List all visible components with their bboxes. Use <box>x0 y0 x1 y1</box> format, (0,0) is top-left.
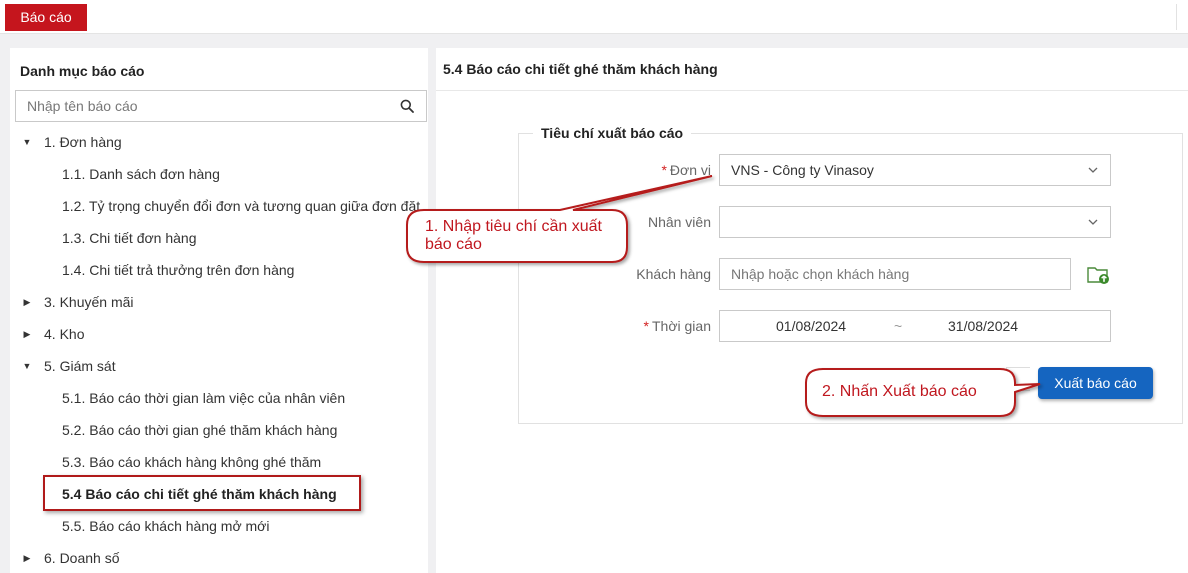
staff-select[interactable] <box>719 206 1111 238</box>
tree-item[interactable]: 1.2. Tỷ trọng chuyển đổi đơn và tương qu… <box>10 190 428 222</box>
time-label: * Thời gian <box>511 318 711 334</box>
unit-select-value: VNS - Công ty Vinasoy <box>731 162 874 178</box>
tree-item-label: 1.3. Chi tiết đơn hàng <box>62 230 197 246</box>
required-mark: * <box>661 162 667 178</box>
chevron-down-icon <box>1088 219 1098 225</box>
folder-add-icon[interactable] <box>1087 264 1111 286</box>
tree-item-label: 1. Đơn hàng <box>44 134 122 150</box>
tree-item-label: 1.4. Chi tiết trả thưởng trên đơn hàng <box>62 262 295 278</box>
customer-input[interactable] <box>720 259 1070 289</box>
date-from[interactable]: 01/08/2024 <box>776 311 846 341</box>
tree-group-don-hang[interactable]: ▼ 1. Đơn hàng <box>10 126 428 158</box>
tree-item-label: 3. Khuyến mãi <box>44 294 134 310</box>
unit-label: * Đơn vị <box>511 162 711 178</box>
tree-item-label: 5.2. Báo cáo thời gian ghé thăm khách hà… <box>62 422 338 438</box>
unit-select[interactable]: VNS - Công ty Vinasoy <box>719 154 1111 186</box>
customer-label: Khách hàng <box>636 266 711 282</box>
caret-right-icon[interactable]: ▶ <box>22 286 32 318</box>
callout-1-line-2: báo cáo <box>425 236 482 253</box>
export-report-button[interactable]: Xuất báo cáo <box>1038 367 1153 399</box>
criteria-legend: Tiêu chí xuất báo cáo <box>533 125 692 141</box>
tree-group-giam-sat[interactable]: ▼ 5. Giám sát <box>10 350 428 382</box>
date-to[interactable]: 31/08/2024 <box>948 311 1018 341</box>
tree-item-label: 5.3. Báo cáo khách hàng không ghé thăm <box>62 454 322 470</box>
time-label-text: Thời gian <box>652 318 711 334</box>
caret-down-icon[interactable]: ▼ <box>22 350 32 382</box>
tree-item[interactable]: 5.2. Báo cáo thời gian ghé thăm khách hà… <box>10 414 428 446</box>
date-separator: ~ <box>894 318 903 334</box>
tree-item-label: 5.1. Báo cáo thời gian làm việc của nhân… <box>62 390 346 406</box>
tree-group-khuyen-mai[interactable]: ▶ 3. Khuyến mãi <box>10 286 428 318</box>
date-range-picker[interactable]: 01/08/2024 ~ 31/08/2024 <box>719 310 1111 342</box>
report-catalog-panel: Danh mục báo cáo ▼ 1. Đơn hàng 1.1. Danh… <box>10 48 428 573</box>
tree-item[interactable]: 5.1. Báo cáo thời gian làm việc của nhân… <box>10 382 428 414</box>
tree-group-kho[interactable]: ▶ 4. Kho <box>10 318 428 350</box>
unit-label-text: Đơn vị <box>669 162 711 178</box>
tree-item[interactable]: 1.4. Chi tiết trả thưởng trên đơn hàng <box>10 254 428 286</box>
caret-right-icon[interactable]: ▶ <box>22 542 32 573</box>
report-search-box <box>15 90 427 122</box>
tree-item[interactable]: 1.3. Chi tiết đơn hàng <box>10 222 428 254</box>
tree-item-label: 1.1. Danh sách đơn hàng <box>62 166 220 182</box>
report-title: 5.4 Báo cáo chi tiết ghé thăm khách hàng <box>436 48 1188 91</box>
callout-1-text: 1. Nhập tiêu chí cần xuất báo cáo <box>425 218 602 254</box>
tab-bao-cao[interactable]: Báo cáo <box>5 4 87 31</box>
caret-down-icon[interactable]: ▼ <box>22 126 32 158</box>
chevron-down-icon <box>1088 167 1098 173</box>
customer-field[interactable] <box>719 258 1071 290</box>
tree-group-doanh-so[interactable]: ▶ 6. Doanh số <box>10 542 428 573</box>
tree-item[interactable]: 5.5. Báo cáo khách hàng mở mới <box>10 510 428 542</box>
panel-title: Danh mục báo cáo <box>20 63 145 79</box>
tree-item[interactable]: 5.3. Báo cáo khách hàng không ghé thăm <box>10 446 428 478</box>
tree-item-label: 1.2. Tỷ trọng chuyển đổi đơn và tương qu… <box>62 198 421 214</box>
tree-item-label: 5.5. Báo cáo khách hàng mở mới <box>62 518 270 534</box>
caret-right-icon[interactable]: ▶ <box>22 318 32 350</box>
hidden-button-edge <box>1006 367 1030 391</box>
search-icon[interactable] <box>400 99 414 113</box>
tree-item-label: 5. Giám sát <box>44 358 116 374</box>
required-mark: * <box>643 318 649 334</box>
divider <box>1176 4 1177 30</box>
selection-highlight-box <box>43 475 361 511</box>
callout-2-text: 2. Nhấn Xuất báo cáo <box>822 383 977 400</box>
tree-item-label: 6. Doanh số <box>44 550 120 566</box>
tree-item-label: 4. Kho <box>44 326 85 342</box>
report-search-input[interactable] <box>16 91 376 121</box>
tree-item[interactable]: 1.1. Danh sách đơn hàng <box>10 158 428 190</box>
top-tab-bar: Báo cáo <box>0 0 1188 34</box>
callout-1-line-1: 1. Nhập tiêu chí cần xuất <box>425 218 602 235</box>
